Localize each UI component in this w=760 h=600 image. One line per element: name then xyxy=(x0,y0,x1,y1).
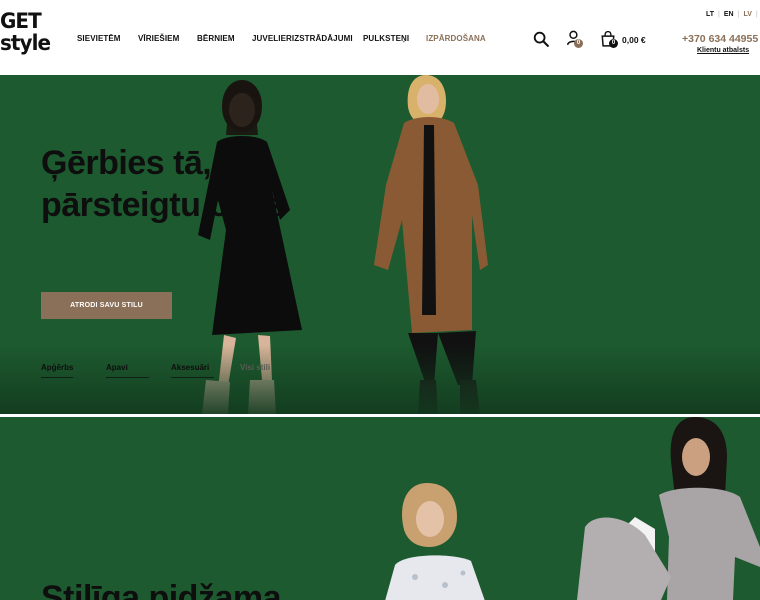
category-clothing[interactable]: Apģērbs xyxy=(41,363,73,372)
nav-watches[interactable]: PULKSTEŅI xyxy=(363,34,409,43)
logo-text-bottom: Style xyxy=(0,31,51,55)
lang-en[interactable]: EN xyxy=(724,11,734,18)
nav-women[interactable]: SIEVIETĒM xyxy=(77,34,121,43)
category-shoes[interactable]: Apavi xyxy=(106,363,128,372)
model-floral-pajama-image xyxy=(385,483,485,600)
cart-badge: 0 xyxy=(609,39,618,48)
search-icon[interactable] xyxy=(533,31,549,47)
phone-number[interactable]: +370 634 44955 xyxy=(682,33,758,45)
category-all-styles[interactable]: Visi stili xyxy=(240,363,270,372)
category-underline xyxy=(41,377,73,378)
nav-men[interactable]: VĪRIEŠIEM xyxy=(138,34,179,43)
hero-bottom-shade xyxy=(0,345,760,414)
model-grey-lounge-image xyxy=(577,417,760,600)
lang-lt[interactable]: LT xyxy=(706,11,714,18)
pajama-banner[interactable]: Stilīga pidžama xyxy=(0,417,760,600)
lang-separator: | xyxy=(755,11,758,18)
nav-kids[interactable]: BĒRNIEM xyxy=(197,34,235,43)
lang-separator: | xyxy=(737,11,740,18)
lang-lv[interactable]: LV xyxy=(743,11,751,18)
nav-sale[interactable]: IZPĀRDOŠANA xyxy=(426,34,486,43)
site-header: Get Style SIEVIETĒM VĪRIEŠIEM BĒRNIEM JU… xyxy=(0,0,760,75)
customer-support-link[interactable]: Klientu atbalsts xyxy=(697,47,749,54)
account-badge: 0 xyxy=(574,39,583,48)
cart-total[interactable]: 0,00 € xyxy=(622,35,646,45)
language-switcher: LT | EN | LV | EE xyxy=(706,11,760,18)
hero-banner[interactable]: Ģērbies tā, lai pārsteigtu citus ATRODI … xyxy=(0,75,760,414)
lang-separator: | xyxy=(718,11,720,18)
category-accessories[interactable]: Aksesuāri xyxy=(171,363,209,372)
getstyle-logo[interactable]: Get Style xyxy=(0,9,51,60)
find-your-style-button[interactable]: ATRODI SAVU STILU xyxy=(41,292,172,319)
pajama-title: Stilīga pidžama xyxy=(41,579,282,600)
category-underline xyxy=(171,377,214,378)
logo-text-top: Get xyxy=(0,9,42,33)
category-underline xyxy=(106,377,149,378)
nav-jewelry[interactable]: JUVELIERIZSTRĀDĀJUMI xyxy=(252,34,353,43)
